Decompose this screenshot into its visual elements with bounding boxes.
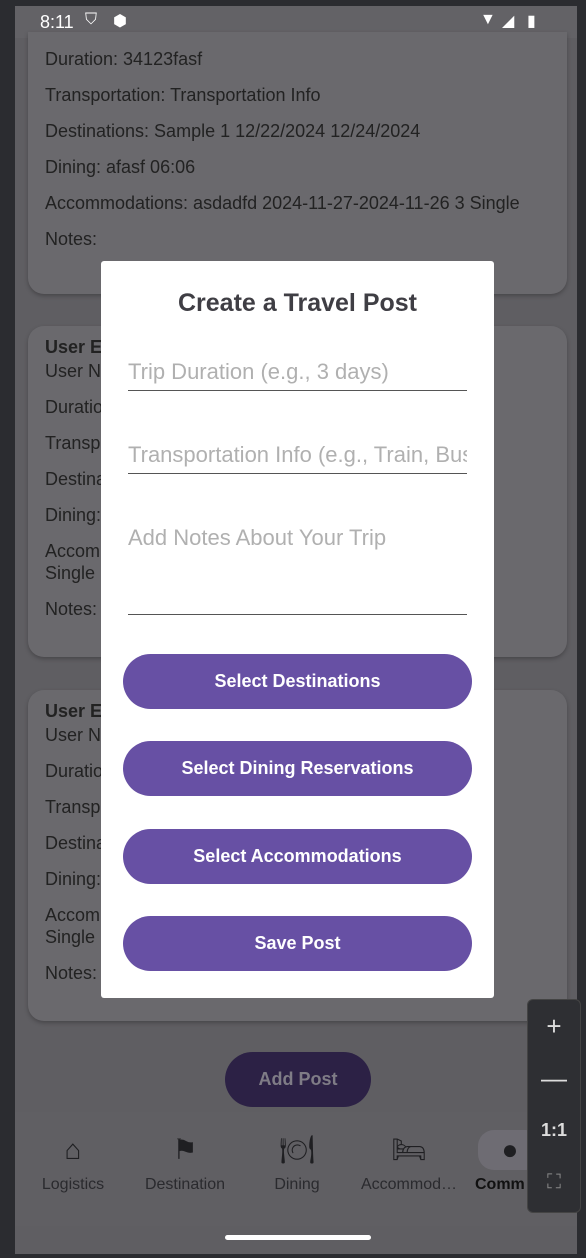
post-card: Duration: 34123fasf Transportation: Tran… — [28, 32, 567, 294]
nav-accommodations[interactable]: 🛏 Accommod… — [353, 1130, 465, 1194]
shield-icon: ⛉ — [85, 11, 98, 28]
bottom-navigation: ⌂ Logistics ⚑ Destination 🍽 Dining 🛏 Acc… — [15, 1112, 577, 1226]
wifi-icon: ▼ — [480, 11, 496, 28]
nav-label: Accommod… — [360, 1176, 458, 1193]
select-dining-button[interactable]: Select Dining Reservations — [123, 741, 472, 796]
save-post-button[interactable]: Save Post — [123, 916, 472, 971]
add-post-button[interactable]: Add Post — [225, 1052, 371, 1107]
card-destinations: Destinations: Sample 1 12/22/2024 12/24/… — [45, 121, 421, 141]
card-dining: Dining: afasf 06:06 — [45, 157, 196, 177]
emulator-zoom-controls: + — 1:1 ⛶ — [527, 999, 581, 1213]
zoom-in-icon[interactable]: + — [528, 1000, 580, 1052]
app-screen: 8:11 ⛉ ⬢ ▼ ◢ ▮ Duration: 34123fasf Trans… — [15, 6, 577, 1254]
nav-dining[interactable]: 🍽 Dining — [242, 1130, 352, 1194]
nav-label: Dining — [274, 1176, 320, 1193]
notes-input[interactable]: Add Notes About Your Trip — [128, 525, 467, 615]
nav-logistics[interactable]: ⌂ Logistics — [18, 1130, 128, 1194]
trip-duration-input[interactable]: Trip Duration (e.g., 3 days) — [128, 359, 467, 391]
nav-label: Logistics — [41, 1176, 105, 1193]
signal-icon: ◢ — [502, 13, 515, 30]
play-protect-icon: ⬢ — [113, 13, 127, 30]
card-duration: Duration: 34123fasf — [45, 49, 203, 69]
status-time: 8:11 — [40, 12, 74, 32]
gesture-handle[interactable] — [225, 1235, 371, 1240]
create-post-dialog: Create a Travel Post Trip Duration (e.g.… — [101, 261, 494, 998]
card-notes: Notes: — [45, 229, 98, 249]
flag-icon: ⚑ — [172, 1134, 198, 1165]
zoom-one-to-one-button[interactable]: 1:1 — [528, 1104, 580, 1156]
dialog-title: Create a Travel Post — [177, 289, 417, 317]
bed-icon: 🛏 — [391, 1134, 427, 1165]
fit-screen-icon[interactable]: ⛶ — [528, 1156, 580, 1208]
dining-icon: 🍽 — [279, 1134, 315, 1165]
card-transportation: Transportation: Transportation Info — [45, 85, 321, 105]
nav-label: Destination — [144, 1176, 226, 1193]
card-accommodations: Accommodations: asdadfd 2024-11-27-2024-… — [45, 193, 520, 213]
nav-destination[interactable]: ⚑ Destination — [130, 1130, 240, 1194]
select-destinations-button[interactable]: Select Destinations — [123, 654, 472, 709]
zoom-out-icon[interactable]: — — [528, 1052, 580, 1104]
select-accommodations-button[interactable]: Select Accommodations — [123, 829, 472, 884]
home-icon: ⌂ — [64, 1134, 82, 1165]
battery-icon: ▮ — [527, 13, 536, 30]
transportation-input[interactable]: Transportation Info (e.g., Train, Bus) — [128, 442, 467, 474]
